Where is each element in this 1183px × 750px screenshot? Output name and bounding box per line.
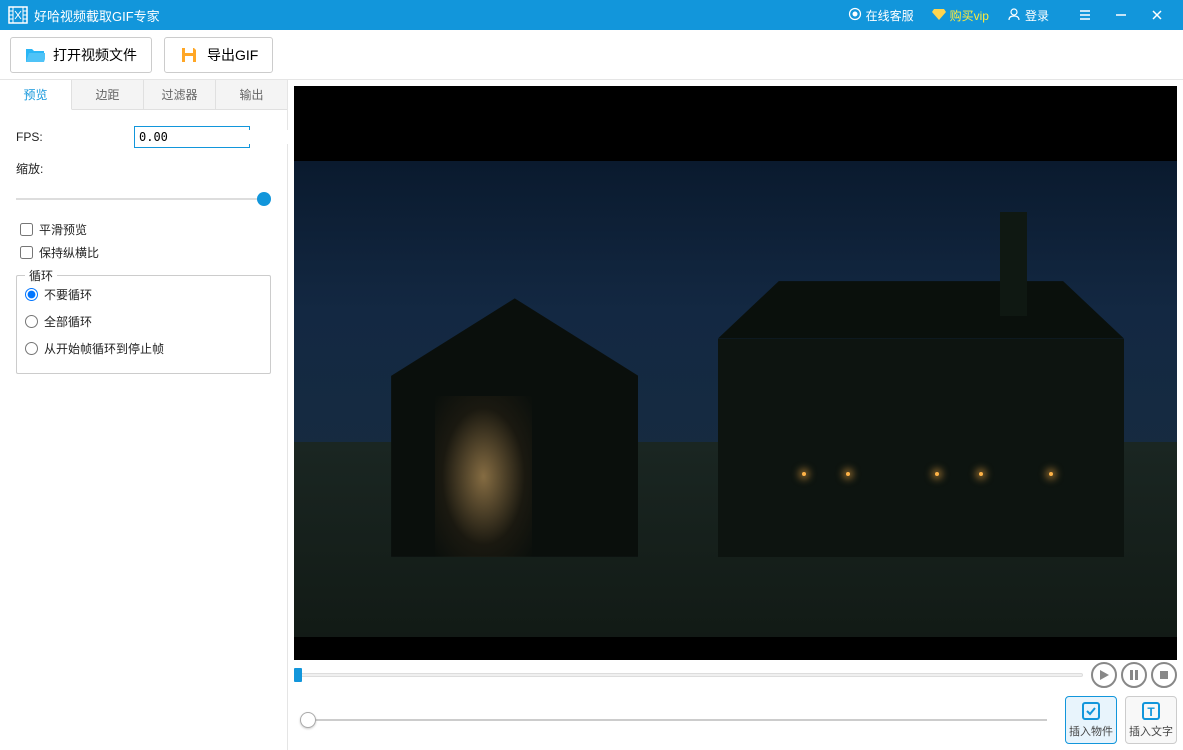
tab-filter[interactable]: 过滤器 xyxy=(144,80,216,110)
object-icon xyxy=(1081,701,1101,721)
insert-object-button[interactable]: 插入物件 xyxy=(1065,696,1117,744)
sidebar: 预览 边距 过滤器 输出 FPS: 缩放: xyxy=(0,80,288,750)
diamond-icon xyxy=(932,8,946,23)
tab-preview[interactable]: 预览 xyxy=(0,80,72,110)
login-link[interactable]: 登录 xyxy=(1007,7,1049,24)
tab-output[interactable]: 输出 xyxy=(216,80,287,110)
sidebar-tabs: 预览 边距 过滤器 输出 xyxy=(0,80,287,110)
slider-thumb[interactable] xyxy=(257,192,271,206)
tab-margin[interactable]: 边距 xyxy=(72,80,144,110)
insert-text-button[interactable]: T 插入文字 xyxy=(1125,696,1177,744)
title-bar: 好哈视频截取GIF专家 在线客服 购买vip 登录 xyxy=(0,0,1183,30)
stop-button[interactable] xyxy=(1151,662,1177,688)
range-row: 插入物件 T 插入文字 xyxy=(288,690,1183,750)
pause-button[interactable] xyxy=(1121,662,1147,688)
timeline-slider[interactable] xyxy=(294,668,1087,682)
loop-group: 循环 不要循环 全部循环 从开始帧循环到停止帧 xyxy=(16,275,271,374)
minimize-button[interactable] xyxy=(1103,0,1139,30)
user-icon xyxy=(1007,7,1021,24)
play-button[interactable] xyxy=(1091,662,1117,688)
scale-slider[interactable] xyxy=(16,189,271,209)
close-button[interactable] xyxy=(1139,0,1175,30)
video-preview[interactable] xyxy=(294,86,1177,660)
preview-pane: 插入物件 T 插入文字 xyxy=(288,80,1183,750)
fps-input-wrap xyxy=(134,126,250,148)
loop-group-title: 循环 xyxy=(25,267,57,284)
smooth-preview-checkbox[interactable]: 平滑预览 xyxy=(16,221,271,238)
scale-label: 缩放: xyxy=(16,160,134,177)
timeline-thumb[interactable] xyxy=(294,668,302,682)
loop-all-radio[interactable]: 全部循环 xyxy=(25,313,262,330)
app-icon xyxy=(8,6,28,24)
range-thumb[interactable] xyxy=(300,712,316,728)
text-icon: T xyxy=(1141,701,1161,721)
toolbar: 打开视频文件 导出GIF xyxy=(0,30,1183,80)
loop-none-radio[interactable]: 不要循环 xyxy=(25,286,262,303)
export-gif-button[interactable]: 导出GIF xyxy=(164,37,273,73)
headset-icon xyxy=(848,7,862,24)
app-title: 好哈视频截取GIF专家 xyxy=(34,6,160,25)
fps-input[interactable] xyxy=(135,130,296,144)
support-link[interactable]: 在线客服 xyxy=(848,7,914,24)
fps-label: FPS: xyxy=(16,130,134,144)
open-file-button[interactable]: 打开视频文件 xyxy=(10,37,152,73)
folder-icon xyxy=(25,45,45,65)
loop-range-radio[interactable]: 从开始帧循环到停止帧 xyxy=(25,340,262,357)
vip-link[interactable]: 购买vip xyxy=(932,7,989,24)
svg-text:T: T xyxy=(1147,705,1155,719)
playback-row xyxy=(288,660,1183,690)
save-icon xyxy=(179,45,199,65)
menu-button[interactable] xyxy=(1067,0,1103,30)
range-slider[interactable] xyxy=(294,710,1057,730)
keep-aspect-checkbox[interactable]: 保持纵横比 xyxy=(16,244,271,261)
